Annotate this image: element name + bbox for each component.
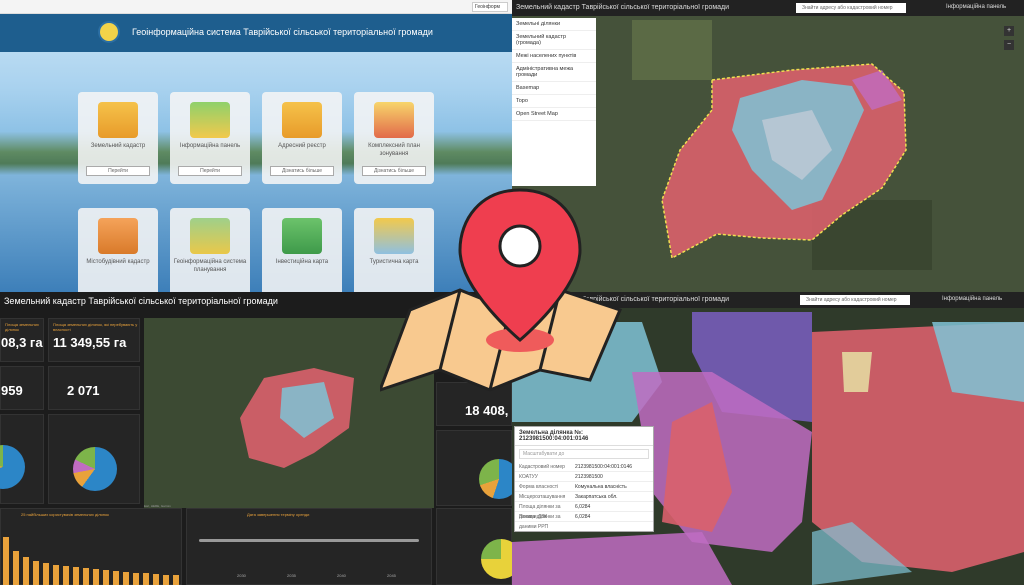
layer-list: Земельні ділянки Земельний кадастр (гром… (512, 18, 596, 186)
zoom-to-button[interactable]: Масштабувати до (519, 449, 649, 459)
card-zoning-plan[interactable]: Комплексний план зонування Дізнатись біл… (354, 92, 434, 184)
card-address-registry[interactable]: Адресний реєстр Дізнатись більше (262, 92, 342, 184)
popup-row: КОАТУУ 2123981500 (515, 472, 653, 482)
kpi-card: Площа земельних ділянок, які перебувають… (48, 318, 140, 362)
city-icon (98, 218, 138, 254)
kpi-value: 11 349,55 га (53, 335, 127, 350)
card-button[interactable]: Перейти (86, 166, 150, 176)
axis-tick: 2045 (387, 573, 396, 578)
card-gis-planning[interactable]: Геоінформаційна система планування (170, 208, 250, 292)
axis-tick: 2030 (237, 573, 246, 578)
dashboard-title: Земельний кадастр Таврійської сільської … (4, 296, 278, 306)
pie-chart (481, 539, 512, 579)
card-label: Інформаційна панель (179, 143, 241, 149)
power-line-icon (190, 218, 230, 254)
popup-title: Земельна ділянка №: 2123981500:04:001:01… (515, 427, 653, 446)
map-credit: Esri, HERE, Garmin (144, 504, 171, 508)
map-topbar: Земельний кадастр Таврійської сільської … (512, 0, 1024, 16)
axis-tick: 2035 (287, 573, 296, 578)
card-label: Містобудівний кадастр (86, 259, 150, 265)
timeline-card: Дата завершення терміну оренди 2030 2035… (186, 508, 432, 585)
kpi-value: 08,3 га (1, 335, 43, 350)
map-search-input[interactable]: Знайти адресу або кадастровий номер (800, 295, 910, 305)
pie-card (436, 430, 512, 506)
map-search-input[interactable]: Знайти адресу або кадастровий номер (796, 3, 906, 13)
card-label: Земельний кадастр (90, 143, 146, 149)
zoom-out-button[interactable]: − (1004, 40, 1014, 50)
parcel-popup: Земельна ділянка №: 2123981500:04:001:01… (514, 426, 654, 532)
layer-item[interactable]: Open Street Map (512, 108, 596, 121)
info-panel-button[interactable]: Інформаційна панель (946, 4, 1006, 10)
card-button[interactable]: Перейти (178, 166, 242, 176)
bar-chart-card: 25 найбільших користувачів земельних діл… (0, 508, 182, 585)
popup-row: Кадастровий номер 2123981500:04:001:0146 (515, 462, 653, 472)
card-label: Адресний реєстр (278, 143, 326, 149)
zoom-in-button[interactable]: + (1004, 26, 1014, 36)
community-crest-icon (98, 21, 120, 43)
card-label: Геоінформаційна система планування (173, 259, 247, 273)
chart-title: Дата завершення терміну оренди (247, 512, 310, 517)
bar-chart (3, 537, 179, 585)
card-button[interactable]: Дізнатись більше (362, 166, 426, 176)
portal-title: Геоінформаційна система Таврійської сіль… (132, 27, 433, 37)
popup-row: Форма власності Комунальна власність (515, 482, 653, 492)
card-button[interactable]: Дізнатись більше (270, 166, 334, 176)
layer-item[interactable]: Адміністративна межа громади (512, 63, 596, 82)
pie-chart (0, 445, 25, 489)
layer-item[interactable]: Земельні ділянки (512, 18, 596, 31)
surveyor-icon (98, 102, 138, 138)
kpi-label: Площа земельних ділянок, які перебувають… (53, 322, 138, 332)
popup-row: Площа ділянки за даними РРП 6,0284 (515, 512, 653, 530)
map-pin-icon (374, 102, 414, 138)
buildings-icon (282, 102, 322, 138)
layer-item[interactable]: Межі населених пунктів (512, 50, 596, 63)
chart-icon (282, 218, 322, 254)
kpi-card: 959 (0, 366, 44, 410)
browser-bar: Геоінформ (0, 0, 512, 14)
kpi-card: 2 071 (48, 366, 140, 410)
map-title: Земельний кадастр Таврійської сільської … (516, 4, 730, 11)
card-label: Інвестиційна карта (275, 259, 329, 265)
card-investment-map[interactable]: Інвестиційна карта (262, 208, 342, 292)
layer-item[interactable]: Basemap (512, 82, 596, 95)
map-pin-illustration-icon (380, 188, 623, 392)
kpi-card: Площа земельних ділянок 08,3 га (0, 318, 44, 362)
address-bar[interactable]: Геоінформ (472, 2, 508, 12)
popup-row: Площа ділянки за даними ДЗК 6,0284 (515, 502, 653, 520)
card-land-cadastre[interactable]: Земельний кадастр Перейти (78, 92, 158, 184)
pie-card (0, 414, 44, 504)
card-urban-cadastre[interactable]: Містобудівний кадастр (78, 208, 158, 292)
pie-card (48, 414, 140, 504)
popup-row: Місцерозташування Закарпатська обл. (515, 492, 653, 502)
info-panel-button[interactable]: Інформаційна панель (942, 296, 1002, 302)
layer-item[interactable]: Земельний кадастр (громада) (512, 31, 596, 50)
timeline-slider[interactable] (199, 539, 419, 542)
pie-chart (479, 459, 512, 499)
pie-card (436, 508, 512, 585)
pie-chart (73, 447, 117, 491)
card-label: Комплексний план зонування (368, 143, 420, 157)
kpi-value: 2 071 (67, 383, 100, 398)
layer-item[interactable]: Topo (512, 95, 596, 108)
kpi-value: 959 (1, 383, 23, 398)
chart-title: 25 найбільших користувачів земельних діл… (21, 512, 109, 517)
kpi-label: Площа земельних ділянок (5, 322, 39, 332)
card-info-panel[interactable]: Інформаційна панель Перейти (170, 92, 250, 184)
dashboard-icon (190, 102, 230, 138)
axis-tick: 2040 (337, 573, 346, 578)
